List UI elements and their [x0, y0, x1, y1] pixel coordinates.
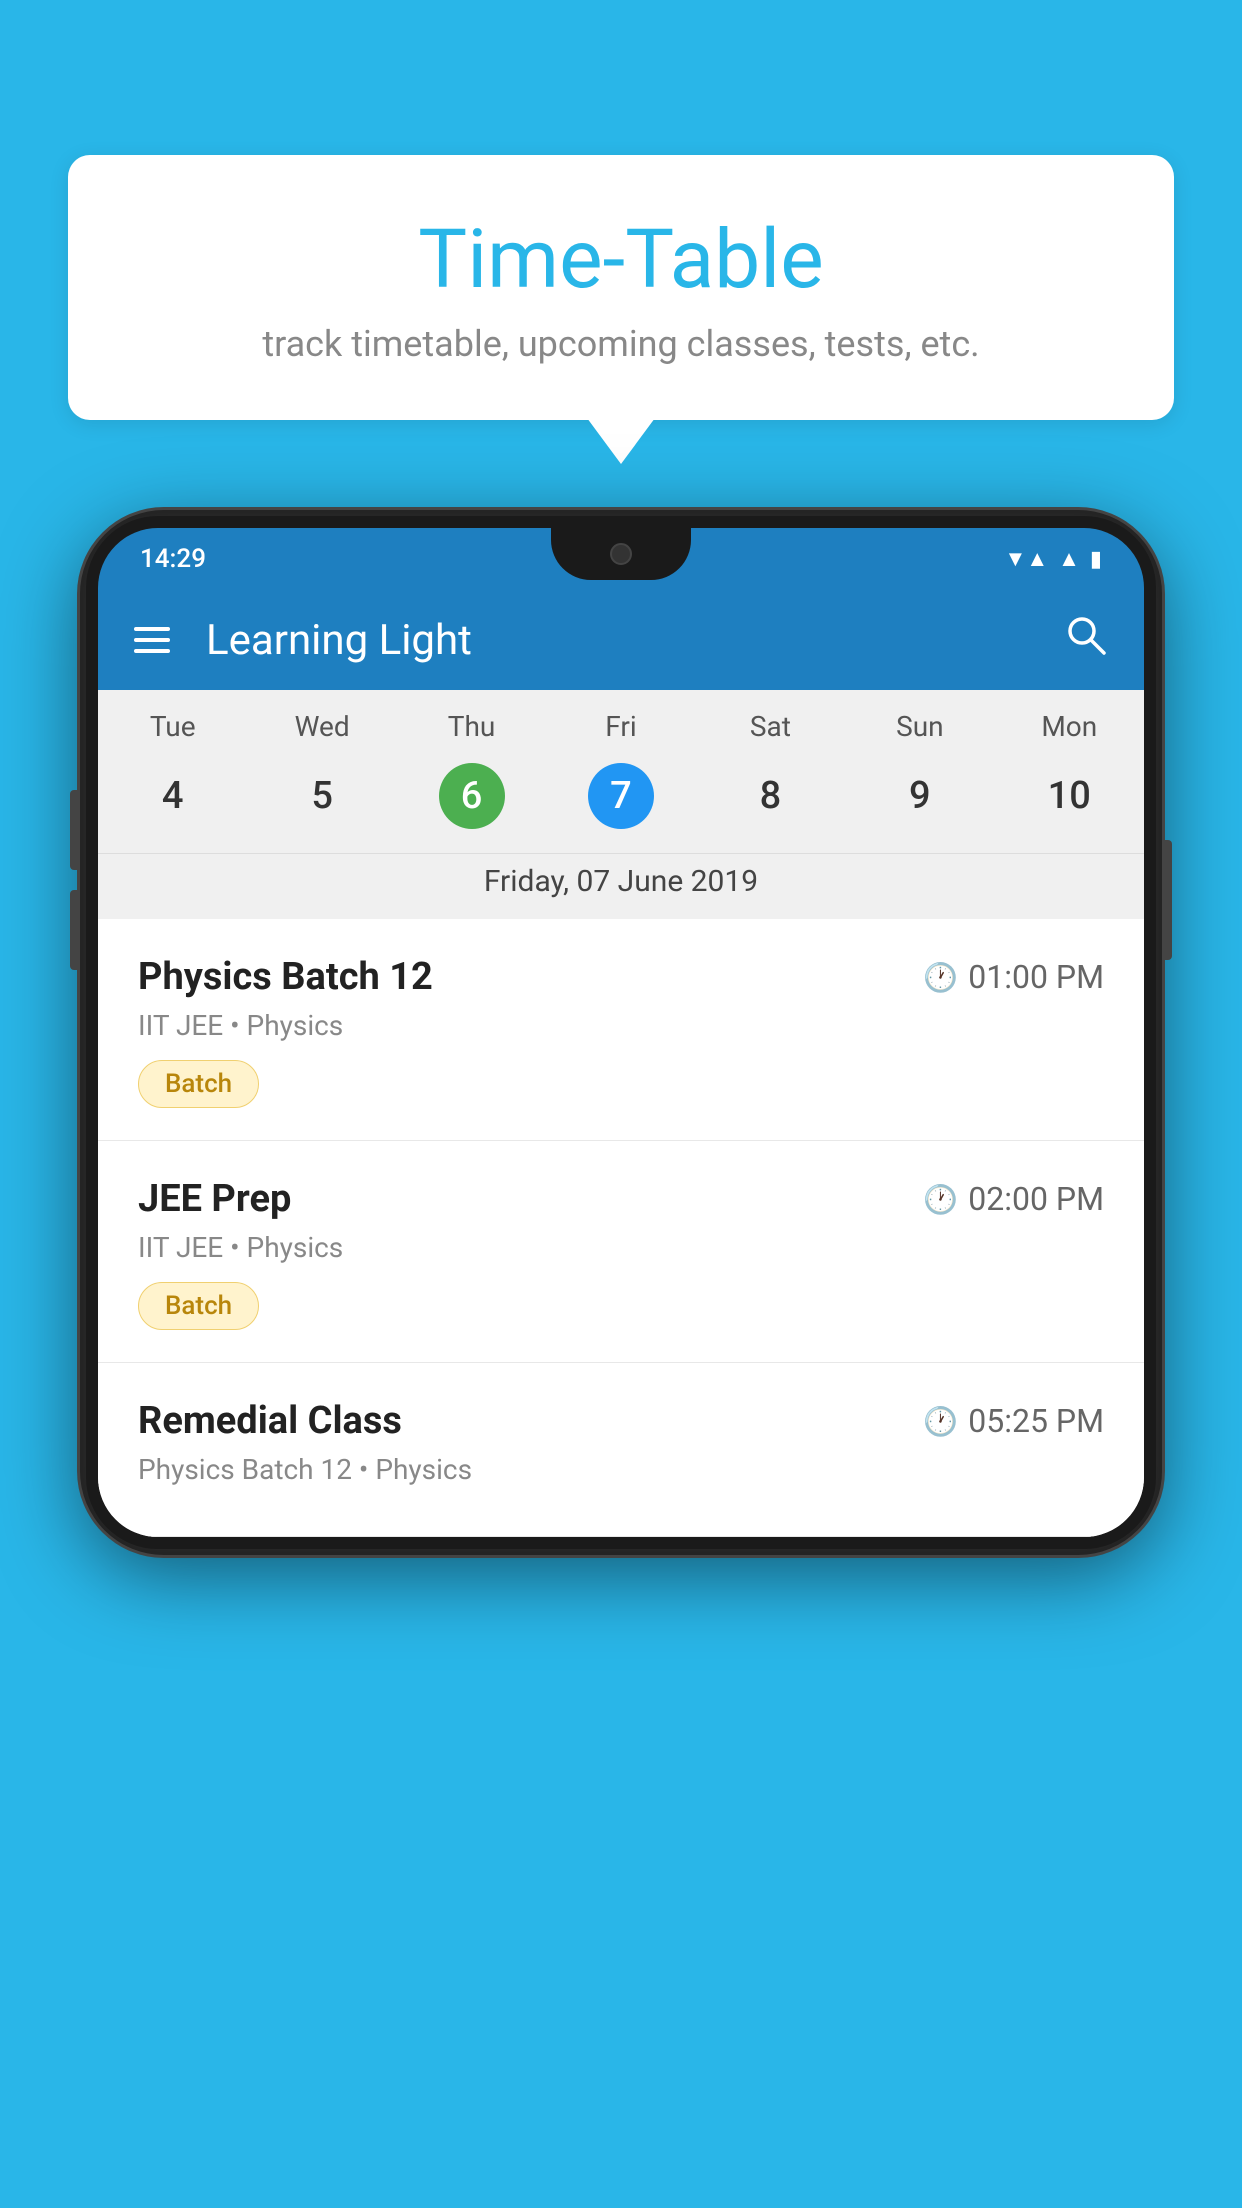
camera-dot — [610, 543, 632, 565]
batch-tag-1: Batch — [138, 1282, 259, 1330]
day-numbers: 45678910 — [98, 749, 1144, 853]
day-number-5[interactable]: 5 — [247, 755, 396, 837]
schedule-time-2: 🕐 05:25 PM — [923, 1402, 1104, 1440]
schedule-title-1: JEE Prep — [138, 1177, 291, 1221]
day-header-sun: Sun — [845, 710, 994, 743]
signal-icon: ▲ — [1058, 546, 1080, 572]
app-bar: Learning Light — [98, 590, 1144, 690]
schedule-subtitle-1: IIT JEE • Physics — [138, 1231, 1104, 1264]
app-title: Learning Light — [206, 616, 1036, 665]
phone-inner: 14:29 ▼▲ ▲ ▮ — [86, 516, 1156, 1549]
battery-icon: ▮ — [1090, 547, 1102, 572]
side-button-power — [1164, 840, 1172, 960]
schedule-item-0[interactable]: Physics Batch 12 🕐 01:00 PM IIT JEE • Ph… — [98, 919, 1144, 1141]
day-headers: TueWedThuFriSatSunMon — [98, 690, 1144, 749]
day-number-6[interactable]: 6 — [397, 755, 546, 837]
schedule-item-header-0: Physics Batch 12 🕐 01:00 PM — [138, 955, 1104, 999]
status-bar: 14:29 ▼▲ ▲ ▮ — [98, 528, 1144, 590]
day-header-fri: Fri — [546, 710, 695, 743]
schedule-time-text-0: 01:00 PM — [968, 958, 1104, 996]
clock-icon-2: 🕐 — [923, 1405, 958, 1438]
wifi-icon: ▼▲ — [1005, 546, 1049, 572]
selected-date-label: Friday, 07 June 2019 — [98, 853, 1144, 919]
schedule-subtitle-0: IIT JEE • Physics — [138, 1009, 1104, 1042]
hamburger-menu-icon[interactable] — [134, 627, 170, 653]
schedule-item-header-1: JEE Prep 🕐 02:00 PM — [138, 1177, 1104, 1221]
schedule-time-text-1: 02:00 PM — [968, 1180, 1104, 1218]
schedule-time-text-2: 05:25 PM — [968, 1402, 1104, 1440]
schedule-subtitle-2: Physics Batch 12 • Physics — [138, 1453, 1104, 1486]
bubble-subtitle: track timetable, upcoming classes, tests… — [118, 323, 1124, 365]
day-header-tue: Tue — [98, 710, 247, 743]
day-number-8[interactable]: 8 — [696, 755, 845, 837]
day-header-sat: Sat — [696, 710, 845, 743]
calendar-strip: TueWedThuFriSatSunMon 45678910 Friday, 0… — [98, 690, 1144, 919]
batch-tag-0: Batch — [138, 1060, 259, 1108]
schedule-list: Physics Batch 12 🕐 01:00 PM IIT JEE • Ph… — [98, 919, 1144, 1537]
speech-bubble-container: Time-Table track timetable, upcoming cla… — [68, 155, 1174, 420]
bubble-title: Time-Table — [118, 215, 1124, 305]
speech-bubble: Time-Table track timetable, upcoming cla… — [68, 155, 1174, 420]
day-number-4[interactable]: 4 — [98, 755, 247, 837]
day-number-10[interactable]: 10 — [995, 755, 1144, 837]
day-header-thu: Thu — [397, 710, 546, 743]
schedule-title-0: Physics Batch 12 — [138, 955, 433, 999]
schedule-item-2[interactable]: Remedial Class 🕐 05:25 PM Physics Batch … — [98, 1363, 1144, 1537]
status-time: 14:29 — [140, 544, 206, 574]
side-button-volume-down — [70, 890, 78, 970]
schedule-time-0: 🕐 01:00 PM — [923, 958, 1104, 996]
day-number-7[interactable]: 7 — [546, 755, 695, 837]
phone-container: 14:29 ▼▲ ▲ ▮ — [80, 510, 1162, 1555]
schedule-time-1: 🕐 02:00 PM — [923, 1180, 1104, 1218]
notch — [551, 528, 691, 580]
day-header-wed: Wed — [247, 710, 396, 743]
schedule-item-header-2: Remedial Class 🕐 05:25 PM — [138, 1399, 1104, 1443]
status-icons: ▼▲ ▲ ▮ — [1005, 546, 1102, 572]
phone-outer: 14:29 ▼▲ ▲ ▮ — [80, 510, 1162, 1555]
search-icon[interactable] — [1064, 613, 1108, 667]
day-header-mon: Mon — [995, 710, 1144, 743]
clock-icon-1: 🕐 — [923, 1183, 958, 1216]
day-number-9[interactable]: 9 — [845, 755, 994, 837]
side-button-volume-up — [70, 790, 78, 870]
phone-wrapper: 14:29 ▼▲ ▲ ▮ — [80, 510, 1162, 1555]
schedule-item-1[interactable]: JEE Prep 🕐 02:00 PM IIT JEE • Physics Ba… — [98, 1141, 1144, 1363]
schedule-title-2: Remedial Class — [138, 1399, 402, 1443]
clock-icon-0: 🕐 — [923, 961, 958, 994]
